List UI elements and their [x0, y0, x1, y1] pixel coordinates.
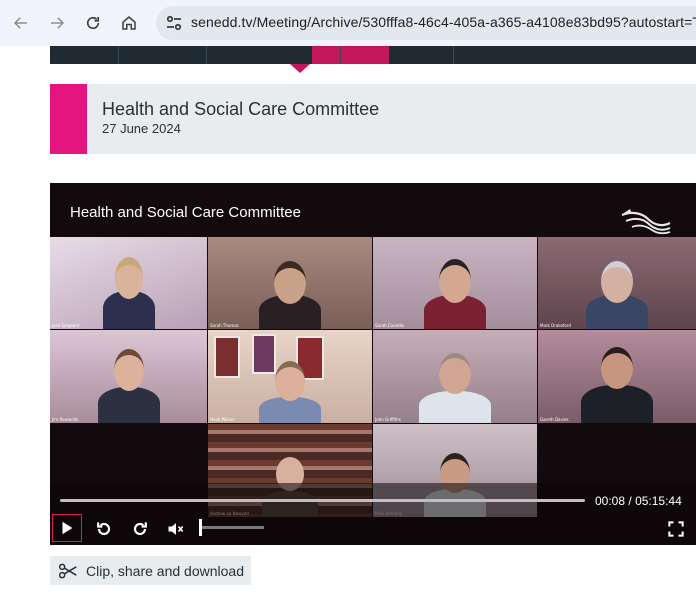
- participant-name: Jim Rowlands: [52, 417, 79, 422]
- fast-forward-icon: [133, 522, 147, 536]
- rewind-icon: [97, 522, 111, 536]
- progress-bar[interactable]: [60, 499, 585, 502]
- address-bar[interactable]: senedd.tv/Meeting/Archive/530fffa8-46c4-…: [156, 6, 696, 40]
- participant-name: Sarah Thomas: [210, 323, 239, 328]
- tune-icon[interactable]: [164, 13, 184, 33]
- fullscreen-button[interactable]: [664, 517, 688, 541]
- meeting-header: Health and Social Care Committee 27 June…: [50, 84, 696, 154]
- time-separator: /: [628, 494, 632, 508]
- senedd-logo-icon: [621, 209, 671, 235]
- fullscreen-icon: [668, 521, 684, 537]
- participant-tile: John Griffiths: [373, 330, 537, 423]
- time-display: 00:08 / 05:15:44: [595, 494, 682, 508]
- nav-divider: [118, 46, 119, 64]
- nav-active-pointer: [290, 64, 310, 73]
- clip-label: Clip, share and download: [86, 563, 244, 579]
- participant-tile: Mark Drakeford: [538, 237, 696, 329]
- forward-icon[interactable]: [45, 11, 69, 35]
- play-icon: [62, 521, 73, 535]
- current-time: 00:08: [595, 494, 626, 508]
- participant-name: John Griffiths: [375, 417, 401, 422]
- participant-tile: Jim Rowlands: [50, 330, 207, 423]
- meeting-title: Health and Social Care Committee: [102, 99, 380, 119]
- scissors-icon: [58, 563, 77, 579]
- back-icon[interactable]: [9, 11, 33, 35]
- participant-name: Sarah Coombs: [375, 323, 405, 328]
- home-icon[interactable]: [117, 11, 141, 35]
- nav-divider: [206, 46, 207, 64]
- participant-name: Gareth Davies: [540, 417, 569, 422]
- participant-name: Mark Drakeford: [540, 323, 571, 328]
- reload-icon[interactable]: [81, 11, 105, 35]
- video-overlay-title: Health and Social Care Committee: [70, 204, 301, 221]
- browser-toolbar: senedd.tv/Meeting/Archive/530fffa8-46c4-…: [0, 0, 696, 46]
- participant-tile: Gareth Davies: [538, 330, 696, 423]
- meeting-date: 27 June 2024: [102, 121, 181, 136]
- participant-name: Heidi Wilson: [210, 417, 235, 422]
- play-button[interactable]: [52, 514, 82, 542]
- nav-divider: [340, 46, 341, 64]
- volume-slider[interactable]: [200, 526, 264, 529]
- nav-item-active[interactable]: [312, 46, 389, 64]
- forward-button[interactable]: [128, 517, 152, 541]
- site-navigation: [50, 46, 696, 64]
- mute-button[interactable]: [164, 517, 188, 541]
- volume-slider-handle[interactable]: [199, 519, 202, 536]
- rewind-button[interactable]: [92, 517, 116, 541]
- participant-tile: Heidi Wilson: [208, 330, 372, 423]
- video-player[interactable]: Health and Social Care Committee Jack Sa…: [50, 183, 696, 545]
- participant-tile: Sarah Thomas: [208, 237, 372, 329]
- volume-muted-icon: [168, 523, 184, 535]
- clip-share-download-button[interactable]: Clip, share and download: [50, 556, 251, 585]
- participant-tile: Jack Sargeant: [50, 237, 207, 329]
- participant-name: Jack Sargeant: [52, 323, 80, 328]
- duration: 05:15:44: [635, 494, 682, 508]
- url-text[interactable]: senedd.tv/Meeting/Archive/530fffa8-46c4-…: [191, 14, 696, 30]
- participant-tile: Sarah Coombs: [373, 237, 537, 329]
- nav-divider: [453, 46, 454, 64]
- title-accent-bar: [50, 84, 87, 154]
